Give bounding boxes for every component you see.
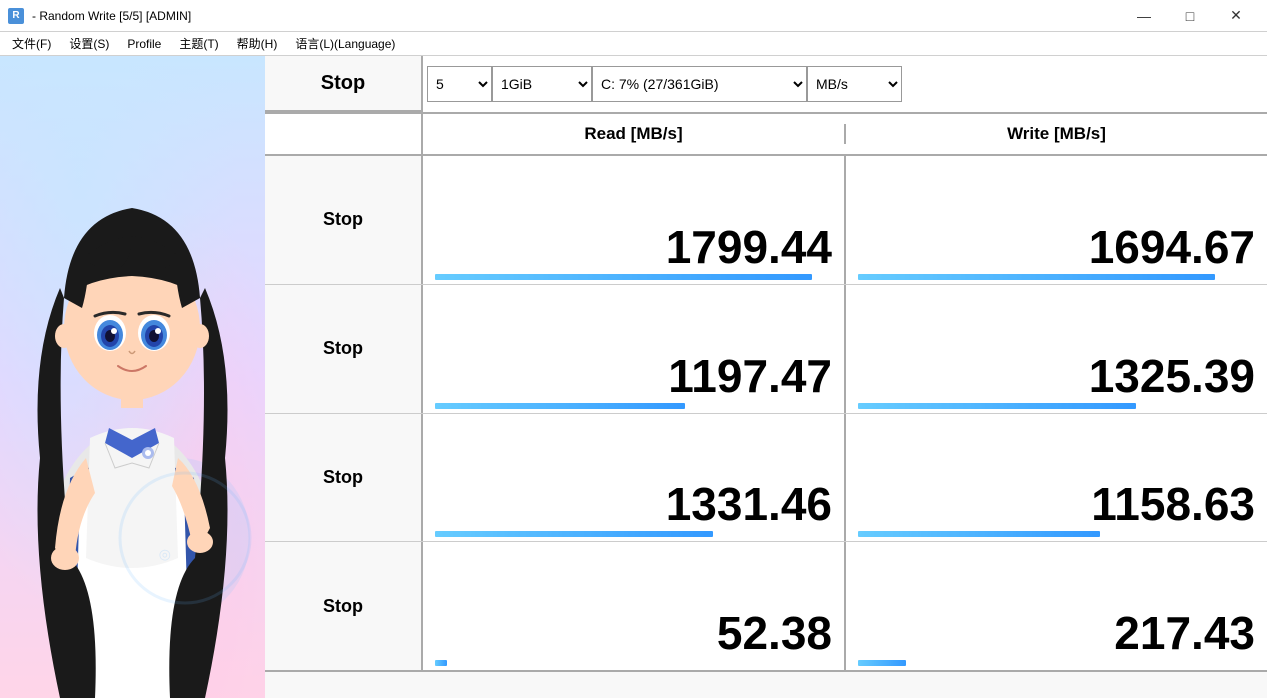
write-value-row1: 1694.67 [846,156,1267,284]
read-number-row2: 1197.47 [668,353,832,399]
controls-row: Stop 5 1234 681632 1GiB 1MiB8MiB64MiB 51… [265,56,1267,114]
read-header: Read [MB/s] [423,124,846,144]
write-value-row4: 217.43 [846,542,1267,670]
write-progress-row3 [858,531,1255,537]
read-number-row1: 1799.44 [666,224,832,270]
read-value-row3: 1331.46 [423,414,846,542]
write-bar-row4 [858,660,906,666]
unit-select[interactable]: MB/s GB/sIOPSμs [807,66,902,102]
menu-profile[interactable]: Profile [119,35,169,53]
main-content: ◎ Stop 5 1234 681632 1GiB 1MiB8MiB64MiB … [0,56,1267,698]
data-rows: Stop 1799.44 1694.67 Stop [265,156,1267,670]
stop-button-row2[interactable]: Stop [265,285,423,413]
menu-help[interactable]: 帮助(H) [229,33,286,54]
write-value-row3: 1158.63 [846,414,1267,542]
maximize-button[interactable]: □ [1167,0,1213,32]
headers-row: Read [MB/s] Write [MB/s] [265,114,1267,156]
right-panel-benchmark: Stop 5 1234 681632 1GiB 1MiB8MiB64MiB 51… [265,56,1267,698]
anime-character: ◎ [0,58,265,698]
write-number-row2: 1325.39 [1089,353,1255,399]
table-row: Stop 1197.47 1325.39 [265,285,1267,414]
table-row: Stop 1799.44 1694.67 [265,156,1267,285]
table-row: Stop 1331.46 1158.63 [265,414,1267,543]
read-value-row2: 1197.47 [423,285,846,413]
read-bar-row2 [435,403,685,409]
read-bar-row1 [435,274,812,280]
read-number-row4: 52.38 [717,610,832,656]
queue-depth-select[interactable]: 5 1234 681632 [427,66,492,102]
stop-button-row4[interactable]: Stop [265,542,423,670]
read-bar-row3 [435,531,713,537]
read-value-row1: 1799.44 [423,156,846,284]
window-title: - Random Write [5/5] [ADMIN] [32,9,191,23]
header-spacer [265,114,423,154]
read-progress-row3 [435,531,832,537]
drive-select[interactable]: C: 7% (27/361GiB) [592,66,807,102]
menu-theme[interactable]: 主题(T) [171,33,226,54]
stop-button-row3[interactable]: Stop [265,414,423,542]
write-number-row4: 217.43 [1114,610,1255,656]
title-bar: R - Random Write [5/5] [ADMIN] — □ ✕ [0,0,1267,32]
write-bar-row1 [858,274,1215,280]
read-bar-row4 [435,660,447,666]
stop-button-row1[interactable]: Stop [265,156,423,284]
menu-settings[interactable]: 设置(S) [61,33,117,54]
read-progress-row4 [435,660,832,666]
app-icon: R [8,8,24,24]
test-size-select[interactable]: 1GiB 1MiB8MiB64MiB 512MiB2GiB4GiB 8GiB16… [492,66,592,102]
bottom-bar [265,670,1267,698]
main-stop-button[interactable]: Stop [265,56,423,112]
minimize-button[interactable]: — [1121,0,1167,32]
write-value-row2: 1325.39 [846,285,1267,413]
table-row: Stop 52.38 217.43 [265,542,1267,670]
write-number-row3: 1158.63 [1091,481,1255,527]
read-progress-row2 [435,403,832,409]
close-button[interactable]: ✕ [1213,0,1259,32]
left-panel-anime: ◎ [0,56,265,698]
title-bar-left: R - Random Write [5/5] [ADMIN] [8,8,191,24]
window-controls: — □ ✕ [1121,0,1259,32]
write-header: Write [MB/s] [846,124,1267,144]
write-bar-row3 [858,531,1100,537]
write-number-row1: 1694.67 [1089,224,1255,270]
write-bar-row2 [858,403,1136,409]
write-progress-row1 [858,274,1255,280]
write-progress-row2 [858,403,1255,409]
read-value-row4: 52.38 [423,542,846,670]
menu-file[interactable]: 文件(F) [4,33,59,54]
control-dropdowns: 5 1234 681632 1GiB 1MiB8MiB64MiB 512MiB2… [423,56,1267,112]
read-progress-row1 [435,274,832,280]
menu-bar: 文件(F) 设置(S) Profile 主题(T) 帮助(H) 语言(L)(La… [0,32,1267,56]
menu-language[interactable]: 语言(L)(Language) [287,33,403,54]
write-progress-row4 [858,660,1255,666]
read-number-row3: 1331.46 [666,481,832,527]
